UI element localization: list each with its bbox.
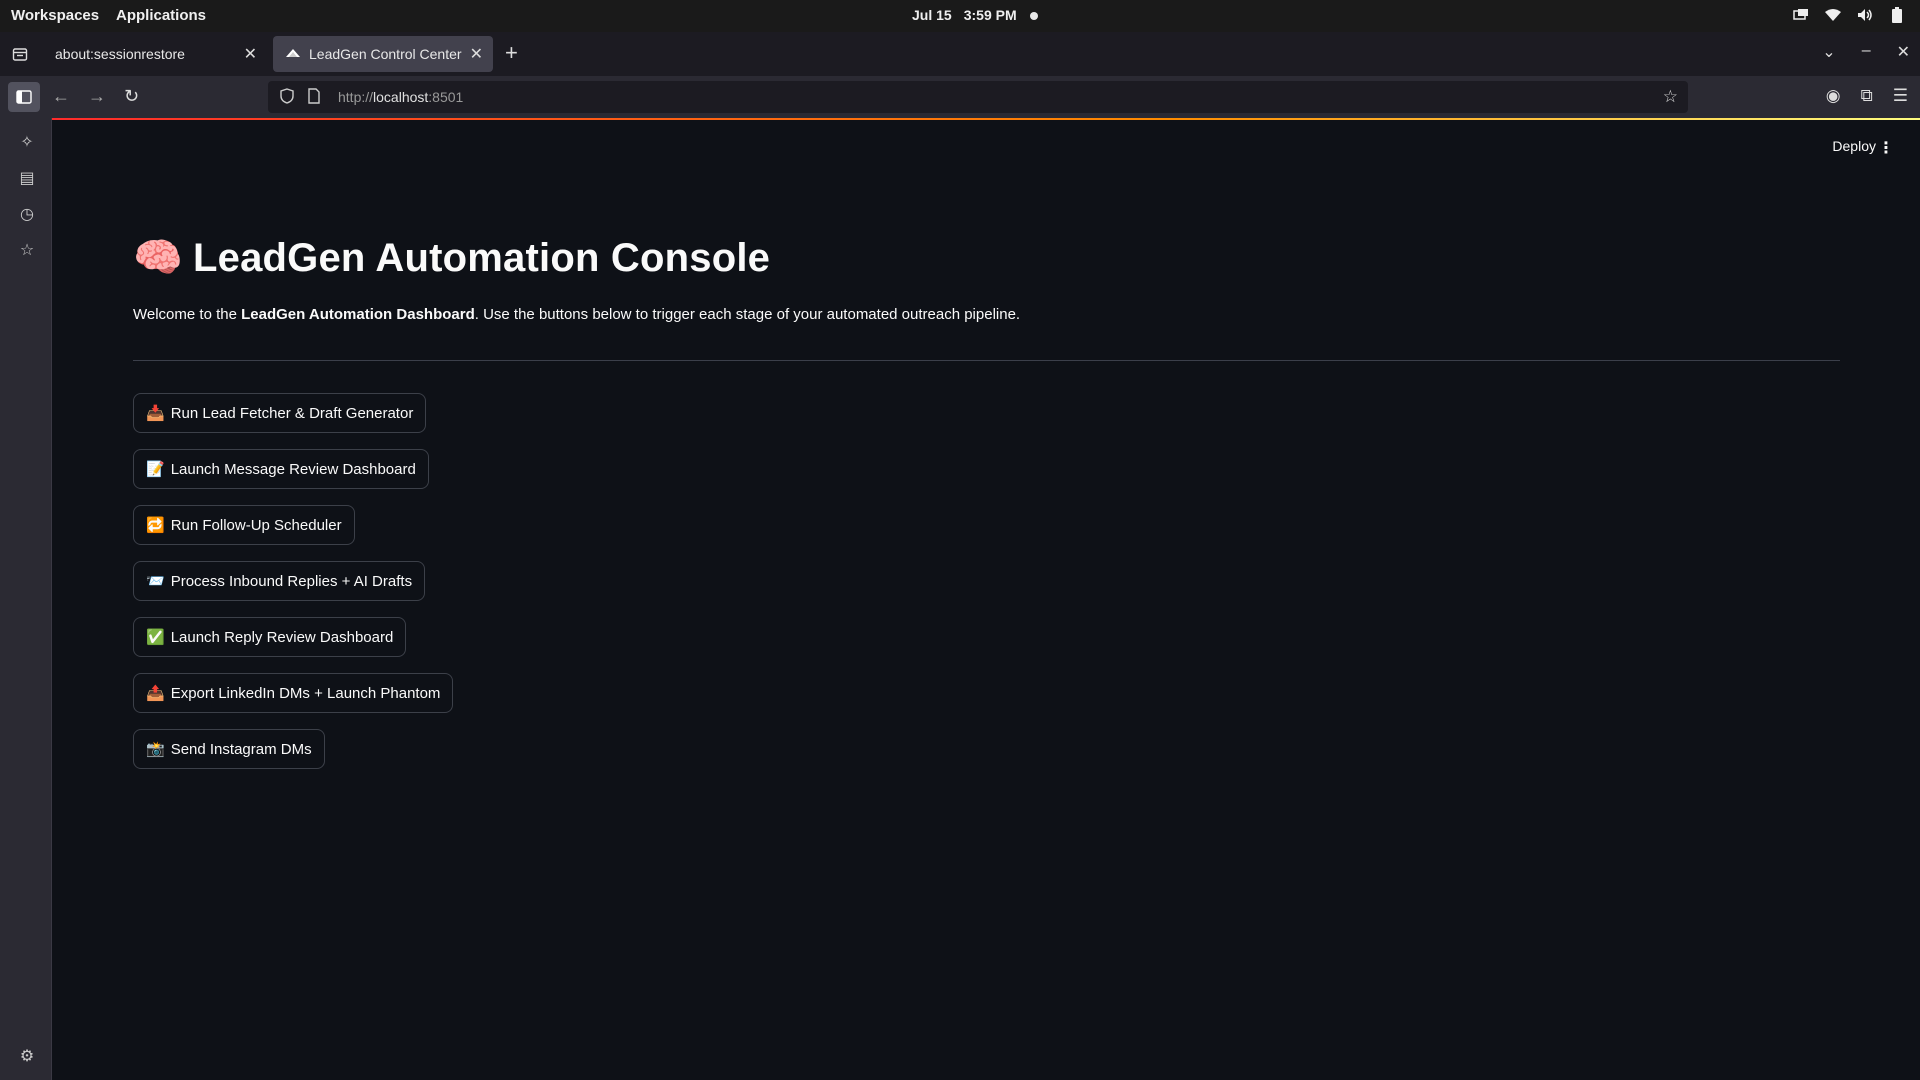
incoming-envelope-icon: 📨 [146, 573, 165, 590]
button-label: Launch Reply Review Dashboard [170, 628, 394, 646]
tab-leadgen-control-center[interactable]: LeadGen Control Center ✕ [273, 36, 493, 72]
url-host: localhost [373, 89, 429, 105]
browser-nav-bar: ← → ↻ http://localhost:8501 ☆ ◉ ⧉ ☰ [0, 76, 1920, 118]
browser-sidebar: ✧ ▤ ◷ ☆ ⚙ [0, 118, 52, 1080]
browser-tab-bar: about:sessionrestore ✕ LeadGen Control C… [0, 32, 1920, 76]
repeat-icon: 🔁 [146, 517, 165, 534]
forward-icon[interactable]: → [88, 86, 106, 107]
minimize-icon[interactable]: – [1862, 42, 1871, 62]
process-inbound-replies-button[interactable]: 📨 Process Inbound Replies + AI Drafts [133, 561, 426, 601]
clock-date: Jul 15 [912, 7, 952, 23]
welcome-pre: Welcome to the [133, 306, 242, 323]
reload-icon[interactable]: ↻ [124, 86, 139, 107]
back-icon[interactable]: ← [52, 86, 70, 107]
url-bar[interactable]: http://localhost:8501 ☆ [268, 81, 1688, 113]
wifi-icon[interactable] [1824, 6, 1842, 24]
settings-gear-icon[interactable]: ⚙ [17, 1046, 37, 1066]
button-label: Process Inbound Replies + AI Drafts [170, 572, 413, 590]
send-instagram-dms-button[interactable]: 📸 Send Instagram DMs [133, 729, 325, 769]
screen-share-icon[interactable] [1792, 6, 1810, 24]
synced-tabs-icon[interactable]: ▤ [17, 168, 37, 188]
divider [133, 360, 1840, 361]
streamlit-app: Deploy ⋮ 🧠 LeadGen Automation Console Wel… [53, 120, 1920, 1080]
volume-icon[interactable] [1856, 6, 1874, 24]
window-controls: ⌄ – ✕ [1822, 42, 1910, 62]
system-tray[interactable] [1792, 6, 1906, 24]
menu-icon[interactable]: ☰ [1893, 86, 1908, 106]
streamlit-favicon-icon [285, 46, 301, 62]
system-top-bar: Workspaces Applications Jul 15 3:59 PM [0, 0, 1920, 32]
applications-menu[interactable]: Applications [116, 7, 206, 24]
tab-label: LeadGen Control Center [309, 46, 462, 62]
button-label: Send Instagram DMs [170, 740, 312, 758]
button-label: Export LinkedIn DMs + Launch Phantom [170, 684, 441, 702]
clock[interactable]: Jul 15 3:59 PM [912, 7, 1029, 23]
battery-icon[interactable] [1888, 6, 1906, 24]
url-scheme: http:// [338, 89, 374, 105]
welcome-bold: LeadGen Automation Dashboard [241, 306, 475, 323]
launch-reply-review-button[interactable]: ✅ Launch Reply Review Dashboard [133, 617, 407, 657]
button-label: Run Lead Fetcher & Draft Generator [170, 404, 414, 422]
toolbar-right: ◉ ⧉ ☰ [1826, 86, 1908, 106]
welcome-post: . Use the buttons below to trigger each … [474, 306, 1021, 323]
welcome-text: Welcome to the LeadGen Automation Dashbo… [133, 306, 1020, 323]
account-icon[interactable]: ◉ [1826, 86, 1841, 106]
tab-label: about:sessionrestore [55, 46, 185, 62]
button-label: Launch Message Review Dashboard [170, 460, 416, 478]
run-lead-fetcher-button[interactable]: 📥 Run Lead Fetcher & Draft Generator [133, 393, 427, 433]
tab-session-restore[interactable]: about:sessionrestore ✕ [43, 36, 267, 72]
clock-time: 3:59 PM [963, 7, 1017, 23]
extensions-icon[interactable]: ⧉ [1861, 86, 1873, 106]
url-port: :8501 [428, 89, 464, 105]
page-title: 🧠 LeadGen Automation Console [133, 234, 770, 281]
check-mark-icon: ✅ [146, 629, 165, 646]
outbox-tray-icon: 📤 [146, 685, 165, 702]
memo-icon: 📝 [146, 461, 165, 478]
inbox-tray-icon: 📥 [146, 405, 165, 422]
bookmark-star-icon[interactable]: ☆ [1663, 87, 1678, 107]
run-follow-up-scheduler-button[interactable]: 🔁 Run Follow-Up Scheduler [133, 505, 355, 545]
firefox-view-icon[interactable] [8, 42, 32, 66]
list-all-tabs-icon[interactable]: ⌄ [1822, 42, 1835, 62]
shield-icon[interactable] [280, 87, 296, 107]
new-tab-icon[interactable]: + [505, 40, 518, 66]
camera-flash-icon: 📸 [146, 741, 165, 758]
export-linkedin-dms-button[interactable]: 📤 Export LinkedIn DMs + Launch Phantom [133, 673, 454, 713]
button-label: Run Follow-Up Scheduler [170, 516, 342, 534]
close-window-icon[interactable]: ✕ [1897, 42, 1910, 62]
url-text: http://localhost:8501 [338, 89, 463, 105]
ai-chatbot-icon[interactable]: ✧ [17, 132, 37, 152]
page-info-icon[interactable] [308, 87, 324, 107]
history-icon[interactable]: ◷ [17, 204, 37, 224]
launch-message-review-button[interactable]: 📝 Launch Message Review Dashboard [133, 449, 429, 489]
page-title-text: LeadGen Automation Console [193, 236, 771, 280]
close-tab-icon[interactable]: ✕ [470, 44, 483, 64]
bookmarks-icon[interactable]: ☆ [17, 240, 37, 260]
workspaces-menu[interactable]: Workspaces [11, 7, 99, 24]
notification-dot-icon [1030, 12, 1038, 20]
sidebar-toggle-icon[interactable] [8, 82, 40, 112]
deploy-button[interactable]: Deploy [1832, 138, 1876, 154]
brain-icon: 🧠 [133, 236, 184, 280]
main-menu-kebab-icon[interactable]: ⋮ [1878, 138, 1894, 158]
close-tab-icon[interactable]: ✕ [244, 44, 257, 64]
